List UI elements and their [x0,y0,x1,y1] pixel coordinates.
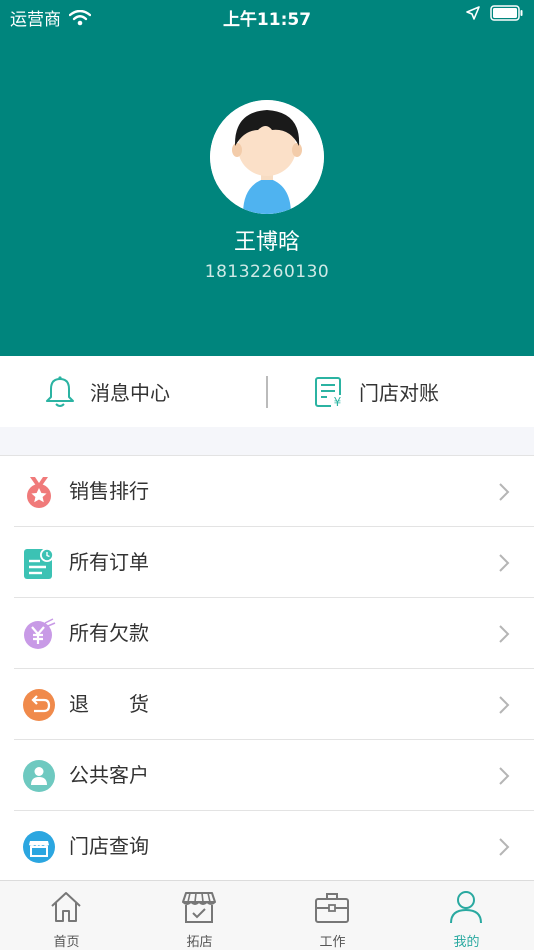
menu-item-label: 退 货 [69,692,149,716]
tab-work[interactable]: 工作 [266,881,399,950]
quick-divider [266,376,268,408]
order-list-icon [24,548,54,579]
return-icon [23,689,55,721]
status-bar: 运营商 上午11:57 [0,0,534,30]
chevron-right-icon [499,767,510,785]
menu-item-store-search[interactable]: 门店查询 [0,811,534,882]
person-icon [450,891,482,924]
menu-item-public-customers[interactable]: 公共客户 [0,740,534,811]
user-phone: 18132260130 [204,262,330,282]
tab-label: 工作 [319,935,346,950]
home-icon [51,892,81,922]
status-time: 上午11:57 [222,10,312,30]
medal-icon [27,477,51,508]
customer-icon [23,760,55,792]
battery-icon [490,5,523,21]
section-gap [0,427,534,456]
tab-expand-store[interactable]: 拓店 [133,881,266,950]
chevron-right-icon [499,625,510,643]
profile-header: 王博晗 18132260130 [0,0,534,356]
menu-item-all-orders[interactable]: 所有订单 [0,527,534,598]
chevron-right-icon [499,483,510,501]
tab-label: 首页 [53,935,80,950]
tab-label: 拓店 [186,935,213,950]
bell-icon [46,375,74,407]
chevron-right-icon [499,696,510,714]
statement-icon: ¥ [315,376,344,409]
menu-item-returns[interactable]: 退 货 [0,669,534,740]
user-name: 王博晗 [233,230,300,255]
message-center-button[interactable]: 消息中心 [44,356,170,427]
tab-mine[interactable]: 我的 [400,881,533,950]
briefcase-icon [315,893,349,923]
menu-item-label: 销售排行 [69,479,149,503]
menu-item-label: 门店查询 [69,834,149,858]
avatar[interactable] [210,100,324,214]
tab-label: 我的 [453,935,480,950]
menu-item-label: 公共客户 [69,763,149,787]
message-center-label: 消息中心 [90,381,170,405]
chevron-right-icon [499,554,510,572]
svg-text:¥: ¥ [334,395,342,409]
tab-home[interactable]: 首页 [0,881,133,950]
avatar-illustration [210,100,324,214]
store-statement-label: 门店对账 [359,381,439,405]
menu-item-all-debts[interactable]: 所有欠款 [0,598,534,669]
chevron-right-icon [499,838,510,856]
location-arrow-icon [466,6,480,20]
tab-bar: 首页 拓店 工作 我的 [0,880,534,950]
menu-item-label: 所有欠款 [69,621,149,645]
menu-list: 销售排行 所有订单 所有欠款 退 货 公共客户 门店查询 [0,456,534,882]
menu-item-label: 所有订单 [69,550,149,574]
status-right [466,5,524,21]
menu-item-sales-ranking[interactable]: 销售排行 [0,456,534,527]
yen-icon [24,618,56,649]
store-search-icon [23,831,55,863]
shop-icon [182,892,216,923]
store-statement-button[interactable]: ¥ 门店对账 [313,356,439,427]
quick-actions: 消息中心 ¥ 门店对账 [0,356,534,427]
